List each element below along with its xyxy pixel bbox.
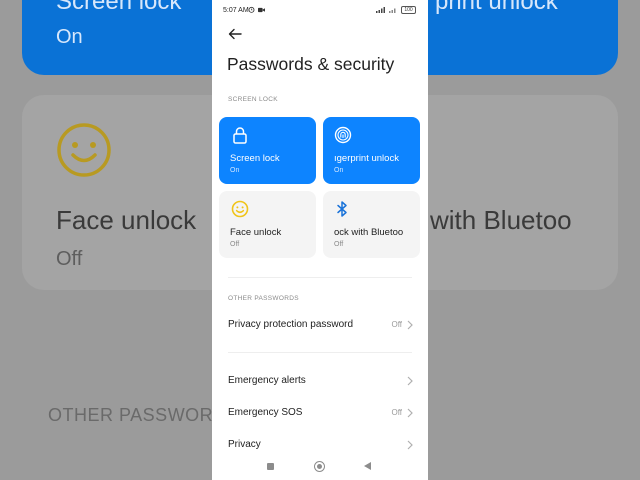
phone-screen: 5:07 AM 100 Passwords & security SCREEN … [212,0,428,480]
bluetooth-icon [337,201,347,217]
tile-state: Off [230,241,240,248]
chevron-right-icon [407,440,413,450]
background-bluetooth-title: with Bluetoo [430,205,572,235]
row-label: Privacy [228,439,261,450]
tile-state: On [334,167,344,174]
status-icons-right: 100 [376,6,416,14]
battery-icon: 100 [401,6,416,14]
signal-secondary-icon [389,8,396,13]
recents-button[interactable] [267,463,274,470]
video-icon [258,7,265,12]
tile-label: ock with Bluetoo [334,227,404,238]
back-arrow-icon[interactable] [228,28,242,40]
background-face-unlock-title: Face unlock [56,205,197,235]
tile-face-unlock[interactable]: Face unlock Off [219,191,316,258]
alarm-icon [248,6,255,13]
chevron-right-icon [407,376,413,386]
background-other-passwords-section: OTHER PASSWOR [48,405,214,425]
status-icons-left [248,6,265,13]
tile-screen-lock[interactable]: Screen lock On [219,117,316,184]
lock-icon [233,127,247,144]
row-value: Off [391,320,402,329]
navigation-bar [212,456,428,478]
row-label: Privacy protection password [228,319,354,330]
tile-state: On [230,167,240,174]
tile-label: ıgerprint unlock [334,153,399,164]
tile-bluetooth-unlock[interactable]: ock with Bluetoo Off [323,191,420,258]
back-button[interactable] [364,462,371,470]
section-screen-lock: SCREEN LOCK [228,96,278,103]
row-label: Emergency SOS [228,407,303,418]
background-screen-lock-title: Screen lock [56,0,182,15]
face-icon [231,200,249,218]
background-face-icon [57,123,111,177]
background-fingerprint-title: print unlock [435,0,558,15]
status-bar: 5:07 AM 100 [212,0,428,22]
divider [228,352,412,353]
status-time: 5:07 AM [223,7,249,14]
background-face-unlock-state: Off [56,248,83,270]
page-title: Passwords & security [227,54,395,74]
fingerprint-icon [334,126,352,144]
divider [228,277,412,278]
signal-icon [376,7,385,13]
tile-fingerprint-unlock[interactable]: ıgerprint unlock On [323,117,420,184]
chevron-right-icon [407,320,413,330]
chevron-right-icon [407,408,413,418]
home-button[interactable] [314,461,325,472]
tile-label: Screen lock [230,153,280,164]
row-value: Off [391,408,402,417]
row-privacy[interactable]: Privacy [212,433,428,457]
section-other-passwords: OTHER PASSWORDS [228,295,299,302]
row-emergency-sos[interactable]: Emergency SOS Off [212,401,428,425]
row-privacy-protection-password[interactable]: Privacy protection password Off [212,313,428,337]
tile-label: Face unlock [230,227,282,238]
row-label: Emergency alerts [228,375,306,386]
row-emergency-alerts[interactable]: Emergency alerts [212,369,428,393]
tile-state: Off [334,241,344,248]
background-screen-lock-state: On [56,26,83,48]
